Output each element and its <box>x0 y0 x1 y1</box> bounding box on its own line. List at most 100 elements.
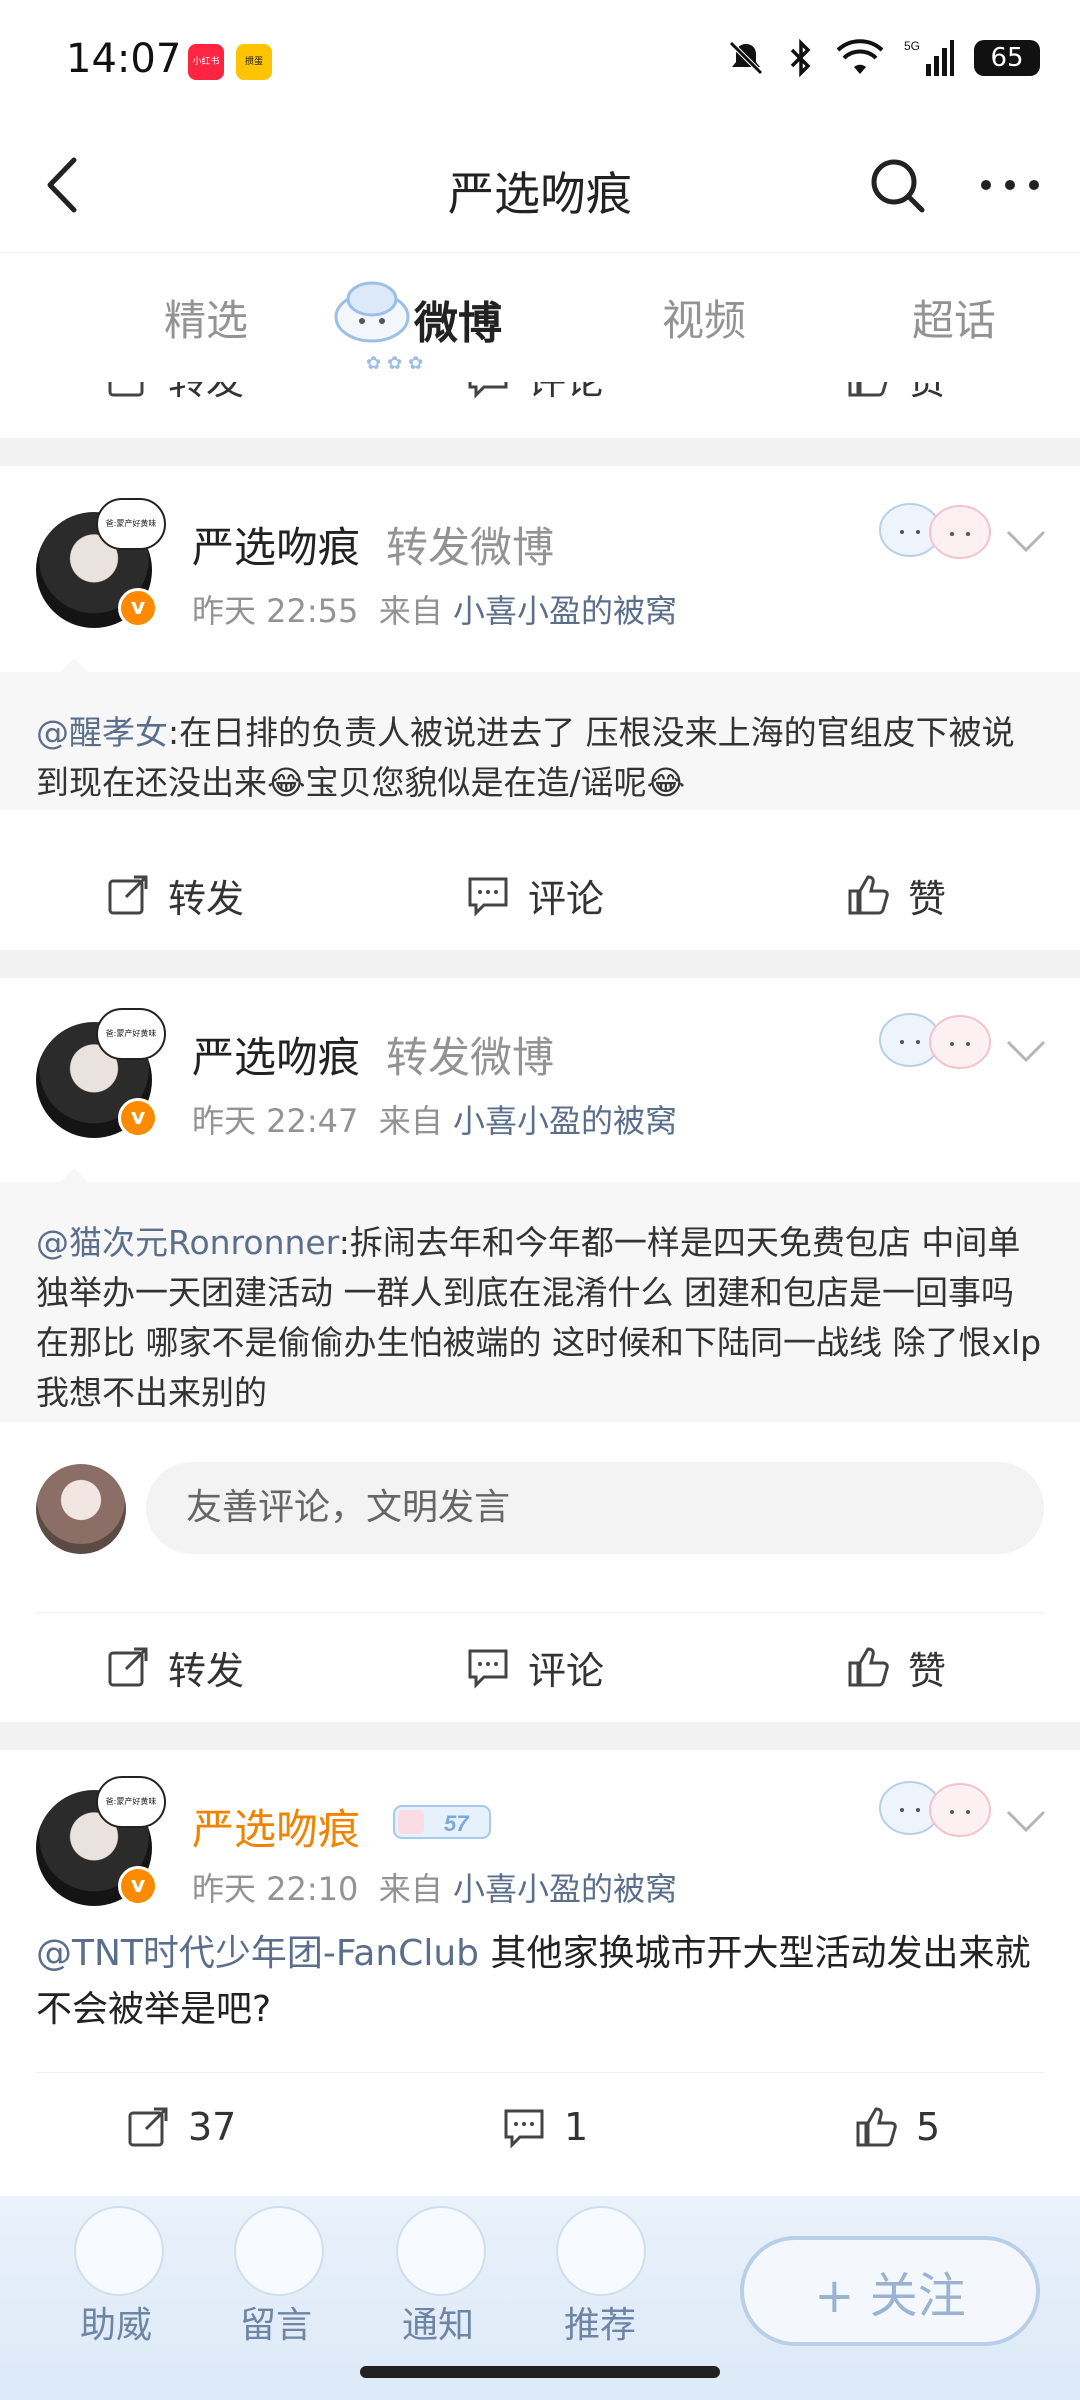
separator <box>0 438 1080 466</box>
post-card[interactable]: 爸:蒙产好黄味 v 严选吻痕 57 昨天 22:10 来自 小喜小盈的被窝 @T… <box>0 1750 1080 2196</box>
user-name[interactable]: 严选吻痕 <box>192 1024 360 1085</box>
repost-button[interactable]: 转发 <box>106 382 244 432</box>
from-label: 来自 <box>378 1870 443 1908</box>
cloud-mascot-icon <box>334 281 410 343</box>
follow-button[interactable]: + 关注 <box>740 2236 1040 2346</box>
mute-bell-icon <box>729 41 763 75</box>
thumbs-up-icon <box>848 1647 889 1687</box>
quoted-post[interactable]: @猫次元Ronronner:拆闹去年和今年都一样是四天免费包店 中间单独举办一天… <box>0 1182 1080 1422</box>
post-actions: 转发 评论 赞 <box>0 1612 1080 1722</box>
search-icon[interactable] <box>864 152 930 218</box>
repost-icon <box>128 2107 168 2147</box>
level-badge-icon: 57 <box>393 1805 491 1839</box>
post-time: 昨天 22:10 <box>192 1870 359 1908</box>
level-number: 57 <box>444 1811 470 1836</box>
chevron-down-icon[interactable] <box>1002 1036 1050 1066</box>
chevron-down-icon[interactable] <box>1002 1806 1050 1836</box>
comment-label: 评论 <box>528 1648 605 1693</box>
post-source[interactable]: 小喜小盈的被窝 <box>453 592 677 630</box>
repost-button[interactable]: 转发 <box>106 840 244 950</box>
mascot-decoration-icon <box>879 1013 991 1069</box>
nav-bar: 严选吻痕 <box>0 120 1080 250</box>
bottom-item-recommend[interactable]: 推荐 <box>564 2296 636 2348</box>
my-avatar <box>36 1464 126 1554</box>
status-icons: 5G 65 <box>726 38 1040 78</box>
quoted-post[interactable]: @醒孝女:在日排的负责人被说进去了 压根没来上海的官组皮下被说到现在还没出来😂宝… <box>0 672 1080 810</box>
like-button[interactable]: 赞 <box>846 1612 946 1722</box>
like-label: 赞 <box>908 876 947 921</box>
mascot-decoration-icon <box>234 2206 324 2296</box>
comment-icon <box>468 1649 508 1689</box>
post-actions: 转发 评论 赞 <box>0 840 1080 950</box>
comment-button[interactable]: 评论 <box>466 1612 604 1722</box>
tab-bar: 精选 微博 ✿✿✿ 视频 超话 <box>0 252 1080 382</box>
post-source[interactable]: 小喜小盈的被窝 <box>453 1870 677 1908</box>
like-button[interactable]: 5 <box>854 2072 940 2182</box>
guandan-app-icon: 掼蛋 <box>236 44 272 80</box>
comment-button[interactable]: 评论 <box>466 840 604 950</box>
more-icon[interactable] <box>970 152 1050 218</box>
repost-button[interactable]: 37 <box>126 2072 236 2182</box>
bottom-item-cheer[interactable]: 助威 <box>80 2296 152 2348</box>
home-indicator[interactable] <box>360 2366 720 2378</box>
thumbs-up-icon <box>856 2107 897 2147</box>
bottom-item-messages[interactable]: 留言 <box>240 2296 312 2348</box>
avatar-bubble: 爸:蒙产好黄味 <box>96 498 166 550</box>
repost-card[interactable]: 爸:蒙产好黄味 v 严选吻痕 转发微博 昨天 22:47 来自 小喜小盈的被窝 … <box>0 978 1080 1722</box>
comment-icon <box>468 382 508 399</box>
mascot-decoration-icon <box>879 1781 991 1837</box>
user-name[interactable]: 严选吻痕 <box>192 514 360 575</box>
repost-tag: 转发微博 <box>386 523 555 572</box>
battery-icon: 65 <box>974 40 1040 76</box>
mention-link[interactable]: @猫次元Ronronner <box>36 1223 339 1262</box>
bottom-item-notifications[interactable]: 通知 <box>402 2296 474 2348</box>
user-name[interactable]: 严选吻痕 <box>192 1796 360 1857</box>
post-actions: 37 1 5 <box>0 2072 1080 2182</box>
comment-button[interactable]: 评论 <box>466 382 604 432</box>
comment-count: 1 <box>564 2105 589 2149</box>
previous-post-actions: 转发 评论 赞 <box>0 382 1080 438</box>
verified-badge-icon: v <box>118 588 158 628</box>
repost-count: 37 <box>188 2105 237 2149</box>
from-label: 来自 <box>378 592 443 630</box>
repost-card[interactable]: 爸:蒙产好黄味 v 严选吻痕 转发微博 昨天 22:55 来自 小喜小盈的被窝 … <box>0 466 1080 950</box>
post-body[interactable]: @TNT时代少年团-FanClub 其他家换城市开大型活动发出来就不会被举是吧? <box>36 1926 1046 2038</box>
comment-input[interactable]: 友善评论，文明发言 <box>146 1462 1044 1554</box>
mention-link[interactable]: @醒孝女 <box>36 713 168 752</box>
comment-icon <box>468 877 508 917</box>
tab-featured[interactable]: 精选 <box>164 287 248 348</box>
quote-pointer <box>60 1168 88 1182</box>
tab-videos[interactable]: 视频 <box>662 287 746 348</box>
post-meta: 昨天 22:47 来自 小喜小盈的被窝 <box>192 1096 677 1142</box>
paw-dots-icon: ✿✿✿ <box>366 353 430 374</box>
like-button[interactable]: 赞 <box>846 840 946 950</box>
repost-icon <box>108 1647 148 1687</box>
thumbs-up-icon <box>848 382 888 397</box>
comment-label: 评论 <box>528 382 604 405</box>
mascot-decoration-icon <box>74 2206 164 2296</box>
repost-icon <box>108 382 144 397</box>
wifi-icon <box>836 39 884 74</box>
separator <box>0 950 1080 978</box>
comment-icon <box>504 2109 544 2149</box>
chevron-down-icon[interactable] <box>1002 526 1050 556</box>
repost-button[interactable]: 转发 <box>106 1612 244 1722</box>
like-label: 赞 <box>908 1648 947 1693</box>
like-button[interactable]: 赞 <box>846 382 946 432</box>
like-label: 赞 <box>908 382 946 405</box>
repost-tag: 转发微博 <box>386 1033 555 1082</box>
mascot-decoration-icon <box>879 503 991 559</box>
avatar-bubble: 爸:蒙产好黄味 <box>96 1008 166 1060</box>
comment-button[interactable]: 1 <box>502 2072 588 2182</box>
verified-badge-icon: v <box>118 1866 158 1906</box>
comment-label: 评论 <box>528 876 605 921</box>
mention-link[interactable]: @TNT时代少年团-FanClub <box>36 1933 479 1974</box>
repost-label: 转发 <box>168 876 245 921</box>
mascot-decoration-icon <box>396 2206 486 2296</box>
separator <box>0 1722 1080 1750</box>
post-source[interactable]: 小喜小盈的被窝 <box>453 1102 677 1140</box>
signal-icon: 5G <box>904 39 954 76</box>
tab-super-topic[interactable]: 超话 <box>912 287 996 348</box>
tab-weibo[interactable]: 微博 <box>414 287 502 351</box>
mascot-decoration-icon <box>556 2206 646 2296</box>
